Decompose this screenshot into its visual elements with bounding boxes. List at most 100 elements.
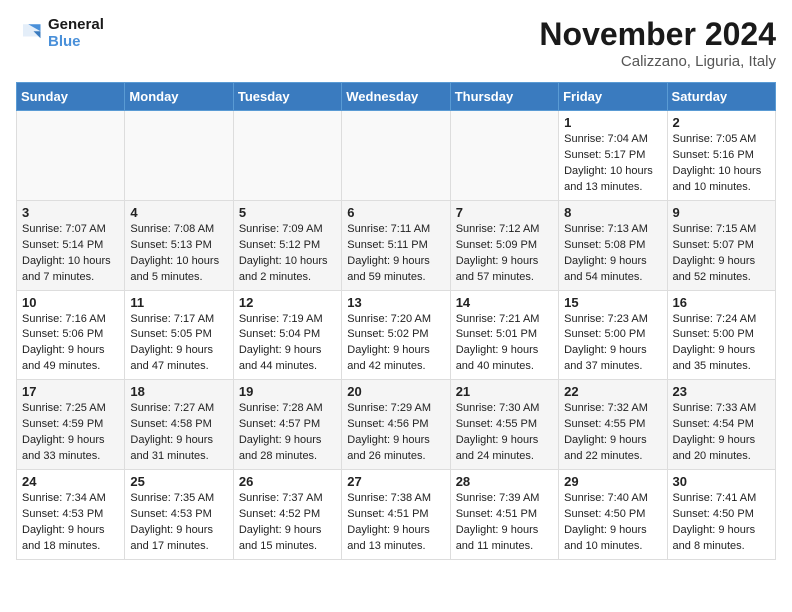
day-info: Sunrise: 7:12 AMSunset: 5:09 PMDaylight:…	[456, 222, 553, 286]
calendar-cell: 21 Sunrise: 7:30 AMSunset: 4:55 PMDayligh…	[450, 380, 558, 470]
day-info: Sunrise: 7:27 AMSunset: 4:58 PMDaylight:…	[130, 401, 227, 465]
calendar-cell: 2 Sunrise: 7:05 AMSunset: 5:16 PMDaylight…	[667, 111, 775, 201]
calendar-week-1: 1 Sunrise: 7:04 AMSunset: 5:17 PMDaylight…	[17, 111, 776, 201]
calendar-cell: 7 Sunrise: 7:12 AMSunset: 5:09 PMDaylight…	[450, 200, 558, 290]
day-info: Sunrise: 7:30 AMSunset: 4:55 PMDaylight:…	[456, 401, 553, 465]
calendar-week-4: 17 Sunrise: 7:25 AMSunset: 4:59 PMDayligh…	[17, 380, 776, 470]
day-info: Sunrise: 7:13 AMSunset: 5:08 PMDaylight:…	[564, 222, 661, 286]
header-saturday: Saturday	[667, 83, 775, 111]
calendar-cell: 18 Sunrise: 7:27 AMSunset: 4:58 PMDayligh…	[125, 380, 233, 470]
day-info: Sunrise: 7:16 AMSunset: 5:06 PMDaylight:…	[22, 312, 119, 376]
day-number: 26	[239, 474, 336, 489]
day-number: 12	[239, 295, 336, 310]
calendar-cell	[125, 111, 233, 201]
day-number: 18	[130, 384, 227, 399]
day-number: 30	[673, 474, 770, 489]
day-number: 10	[22, 295, 119, 310]
month-title: November 2024	[539, 16, 776, 53]
day-info: Sunrise: 7:11 AMSunset: 5:11 PMDaylight:…	[347, 222, 444, 286]
title-area: November 2024 Calizzano, Liguria, Italy	[539, 16, 776, 70]
calendar-cell: 8 Sunrise: 7:13 AMSunset: 5:08 PMDaylight…	[559, 200, 667, 290]
calendar-cell: 12Sunrise: 7:19 AMSunset: 5:04 PMDayligh…	[233, 290, 341, 380]
calendar-cell: 26 Sunrise: 7:37 AMSunset: 4:52 PMDayligh…	[233, 470, 341, 560]
calendar-table: Sunday Monday Tuesday Wednesday Thursday…	[16, 82, 776, 560]
day-number: 24	[22, 474, 119, 489]
calendar-cell: 28 Sunrise: 7:39 AMSunset: 4:51 PMDayligh…	[450, 470, 558, 560]
calendar-cell: 6 Sunrise: 7:11 AMSunset: 5:11 PMDaylight…	[342, 200, 450, 290]
day-info: Sunrise: 7:40 AMSunset: 4:50 PMDaylight:…	[564, 491, 661, 555]
day-info: Sunrise: 7:24 AMSunset: 5:00 PMDaylight:…	[673, 312, 770, 376]
calendar-cell: 9 Sunrise: 7:15 AMSunset: 5:07 PMDaylight…	[667, 200, 775, 290]
day-info: Sunrise: 7:38 AMSunset: 4:51 PMDaylight:…	[347, 491, 444, 555]
calendar-cell: 29 Sunrise: 7:40 AMSunset: 4:50 PMDayligh…	[559, 470, 667, 560]
header-thursday: Thursday	[450, 83, 558, 111]
day-number: 15	[564, 295, 661, 310]
calendar-cell: 25 Sunrise: 7:35 AMSunset: 4:53 PMDayligh…	[125, 470, 233, 560]
day-info: Sunrise: 7:35 AMSunset: 4:53 PMDaylight:…	[130, 491, 227, 555]
header-sunday: Sunday	[17, 83, 125, 111]
day-number: 25	[130, 474, 227, 489]
day-number: 6	[347, 205, 444, 220]
day-info: Sunrise: 7:21 AMSunset: 5:01 PMDaylight:…	[456, 312, 553, 376]
calendar-cell: 30 Sunrise: 7:41 AMSunset: 4:50 PMDayligh…	[667, 470, 775, 560]
day-number: 3	[22, 205, 119, 220]
day-number: 17	[22, 384, 119, 399]
day-number: 2	[673, 115, 770, 130]
day-number: 19	[239, 384, 336, 399]
calendar-cell: 15 Sunrise: 7:23 AMSunset: 5:00 PMDayligh…	[559, 290, 667, 380]
day-number: 28	[456, 474, 553, 489]
day-info: Sunrise: 7:20 AMSunset: 5:02 PMDaylight:…	[347, 312, 444, 376]
calendar-cell: 16Sunrise: 7:24 AMSunset: 5:00 PMDayligh…	[667, 290, 775, 380]
day-number: 1	[564, 115, 661, 130]
day-info: Sunrise: 7:33 AMSunset: 4:54 PMDaylight:…	[673, 401, 770, 465]
header-row: Sunday Monday Tuesday Wednesday Thursday…	[17, 83, 776, 111]
day-number: 29	[564, 474, 661, 489]
day-info: Sunrise: 7:23 AMSunset: 5:00 PMDaylight:…	[564, 312, 661, 376]
calendar-cell	[342, 111, 450, 201]
calendar-cell: 10 Sunrise: 7:16 AMSunset: 5:06 PMDayligh…	[17, 290, 125, 380]
calendar-cell	[450, 111, 558, 201]
day-info: Sunrise: 7:37 AMSunset: 4:52 PMDaylight:…	[239, 491, 336, 555]
calendar-cell: 22Sunrise: 7:32 AMSunset: 4:55 PMDayligh…	[559, 380, 667, 470]
day-info: Sunrise: 7:04 AMSunset: 5:17 PMDaylight:…	[564, 132, 661, 196]
header-friday: Friday	[559, 83, 667, 111]
calendar-cell: 17 Sunrise: 7:25 AMSunset: 4:59 PMDayligh…	[17, 380, 125, 470]
logo: General Blue	[16, 16, 104, 50]
day-info: Sunrise: 7:41 AMSunset: 4:50 PMDaylight:…	[673, 491, 770, 555]
logo-icon	[16, 19, 44, 47]
calendar-week-2: 3 Sunrise: 7:07 AMSunset: 5:14 PMDaylight…	[17, 200, 776, 290]
day-info: Sunrise: 7:17 AMSunset: 5:05 PMDaylight:…	[130, 312, 227, 376]
day-number: 8	[564, 205, 661, 220]
calendar-cell: 11Sunrise: 7:17 AMSunset: 5:05 PMDayligh…	[125, 290, 233, 380]
calendar-cell: 3 Sunrise: 7:07 AMSunset: 5:14 PMDaylight…	[17, 200, 125, 290]
header-tuesday: Tuesday	[233, 83, 341, 111]
day-info: Sunrise: 7:39 AMSunset: 4:51 PMDaylight:…	[456, 491, 553, 555]
calendar-cell	[233, 111, 341, 201]
day-number: 9	[673, 205, 770, 220]
calendar-cell: 13 Sunrise: 7:20 AMSunset: 5:02 PMDayligh…	[342, 290, 450, 380]
calendar-week-3: 10 Sunrise: 7:16 AMSunset: 5:06 PMDayligh…	[17, 290, 776, 380]
calendar-cell: 4Sunrise: 7:08 AMSunset: 5:13 PMDaylight…	[125, 200, 233, 290]
calendar-cell: 27Sunrise: 7:38 AMSunset: 4:51 PMDayligh…	[342, 470, 450, 560]
day-info: Sunrise: 7:15 AMSunset: 5:07 PMDaylight:…	[673, 222, 770, 286]
subtitle: Calizzano, Liguria, Italy	[539, 53, 776, 70]
calendar-week-5: 24Sunrise: 7:34 AMSunset: 4:53 PMDayligh…	[17, 470, 776, 560]
day-info: Sunrise: 7:25 AMSunset: 4:59 PMDaylight:…	[22, 401, 119, 465]
calendar-cell	[17, 111, 125, 201]
calendar-cell: 14Sunrise: 7:21 AMSunset: 5:01 PMDayligh…	[450, 290, 558, 380]
day-number: 7	[456, 205, 553, 220]
calendar-cell: 5Sunrise: 7:09 AMSunset: 5:12 PMDaylight…	[233, 200, 341, 290]
day-info: Sunrise: 7:07 AMSunset: 5:14 PMDaylight:…	[22, 222, 119, 286]
header: General Blue November 2024 Calizzano, Li…	[16, 16, 776, 70]
calendar-cell: 19Sunrise: 7:28 AMSunset: 4:57 PMDayligh…	[233, 380, 341, 470]
calendar-cell: 23Sunrise: 7:33 AMSunset: 4:54 PMDayligh…	[667, 380, 775, 470]
day-info: Sunrise: 7:05 AMSunset: 5:16 PMDaylight:…	[673, 132, 770, 196]
day-number: 21	[456, 384, 553, 399]
day-info: Sunrise: 7:32 AMSunset: 4:55 PMDaylight:…	[564, 401, 661, 465]
day-number: 20	[347, 384, 444, 399]
day-number: 13	[347, 295, 444, 310]
calendar-cell: 20Sunrise: 7:29 AMSunset: 4:56 PMDayligh…	[342, 380, 450, 470]
day-number: 4	[130, 205, 227, 220]
calendar-cell: 1 Sunrise: 7:04 AMSunset: 5:17 PMDaylight…	[559, 111, 667, 201]
logo-text: General Blue	[48, 16, 104, 50]
